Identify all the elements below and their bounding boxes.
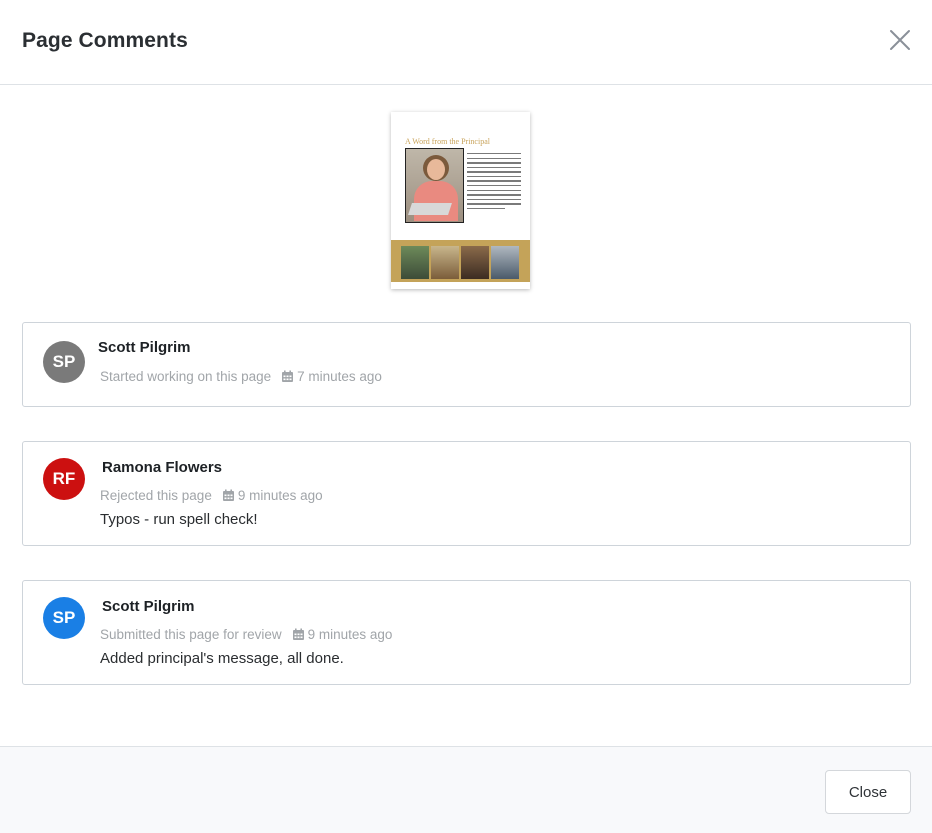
comment-author: Scott Pilgrim (98, 339, 191, 356)
thumbnail-body-text (467, 153, 521, 213)
principal-photo (405, 148, 464, 223)
calendar-icon (281, 370, 294, 383)
comment-meta: Submitted this page for review 9 minutes… (100, 627, 392, 642)
comment-card: RF Ramona Flowers Rejected this page 9 m… (22, 441, 911, 546)
comment-author: Ramona Flowers (102, 459, 223, 476)
calendar-icon (222, 489, 235, 502)
avatar: SP (43, 597, 85, 639)
comment-meta: Rejected this page 9 minutes ago (100, 488, 323, 503)
modal-footer: Close (0, 746, 932, 833)
close-icon[interactable] (886, 26, 914, 54)
thumbnail-photo-strip (401, 246, 519, 279)
close-button[interactable]: Close (825, 770, 911, 814)
page-thumbnail[interactable]: A Word from the Principal (391, 112, 530, 289)
comment-author: Scott Pilgrim (102, 598, 195, 615)
avatar: SP (43, 341, 85, 383)
comment-action: Started working on this page (100, 369, 272, 384)
modal-header: Page Comments (0, 0, 932, 85)
thumbnail-heading: A Word from the Principal (405, 137, 490, 146)
comment-message: Added principal's message, all done. (100, 650, 344, 667)
comment-time: 9 minutes ago (307, 627, 393, 642)
calendar-icon (292, 628, 305, 641)
comment-card: SP Scott Pilgrim Started working on this… (22, 322, 911, 407)
avatar: RF (43, 458, 85, 500)
comment-action: Rejected this page (100, 488, 212, 503)
comment-message: Typos - run spell check! (100, 511, 258, 528)
page-comments-modal: Page Comments A Word from the Principal … (0, 0, 932, 833)
comment-meta: Started working on this page 7 minutes a… (100, 369, 382, 384)
comment-time: 9 minutes ago (237, 488, 323, 503)
comment-time: 7 minutes ago (297, 369, 382, 384)
comment-action: Submitted this page for review (100, 627, 282, 642)
modal-title: Page Comments (22, 29, 188, 52)
comment-card: SP Scott Pilgrim Submitted this page for… (22, 580, 911, 685)
